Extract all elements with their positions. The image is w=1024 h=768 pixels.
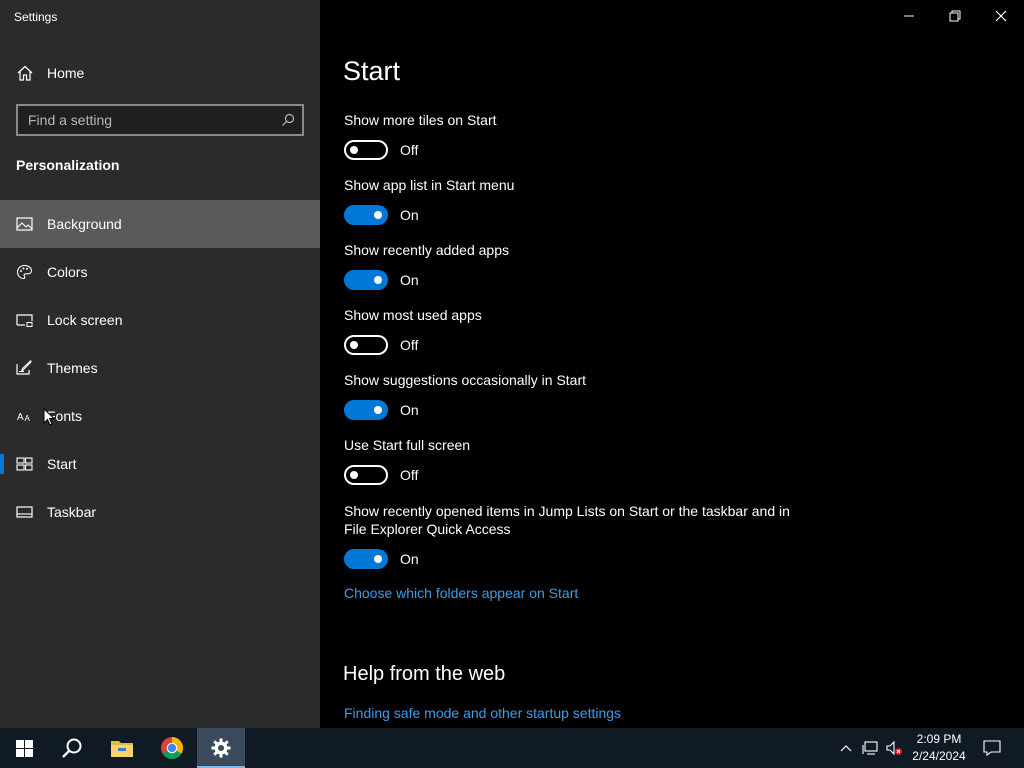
safe-mode-help-link[interactable]: Finding safe mode and other startup sett… [344,705,621,721]
setting-show-app-list: Show app list in Start menu On [344,176,814,227]
search-icon[interactable] [281,113,295,127]
sidebar-item-label: Taskbar [47,504,97,520]
action-center-icon[interactable] [983,740,1001,756]
taskbar: 2:09 PM 2/24/2024 [0,728,1024,768]
toggle-state: On [400,551,419,567]
fonts-icon: A A [17,412,31,423]
sidebar-item-label: Themes [47,360,98,376]
setting-label: Show more tiles on Start [344,112,497,128]
sidebar-item-label: Start [47,456,77,472]
file-explorer-icon [111,741,133,757]
sidebar-item-colors[interactable]: Colors [0,248,320,296]
settings-taskbar-button[interactable] [197,728,245,768]
home-icon [17,65,33,81]
toggle-knob [374,406,382,414]
section-title: Personalization [16,157,120,173]
palette-icon [16,264,33,280]
setting-most-used: Show most used apps Off [344,306,814,357]
setting-label: Show suggestions occasionally in Start [344,372,587,388]
setting-label: Use Start full screen [344,437,471,453]
toggle-switch[interactable] [344,270,388,290]
toggle-state: On [400,207,419,223]
toggle-switch[interactable] [344,549,388,569]
toggle-knob [374,276,382,284]
settings-gear-icon [211,738,231,758]
show-hidden-icons-chevron-icon[interactable] [838,740,854,756]
app-title: Settings [14,10,58,24]
toggle-state: Off [400,337,419,353]
sidebar-nav: Background Colors Lock screen Themes A A… [0,200,320,536]
lock-screen-icon [16,314,33,327]
picture-icon [16,217,33,231]
start-button[interactable] [0,728,48,768]
home-nav-item[interactable]: Home [0,58,320,88]
setting-label: Show recently opened items in Jump Lists… [344,503,790,537]
network-icon[interactable] [862,740,878,756]
help-section-title: Help from the web [343,663,506,685]
setting-recently-added: Show recently added apps On [344,241,814,292]
toggle-state: On [400,272,419,288]
sidebar-item-label: Colors [47,264,88,280]
search-box[interactable] [16,104,304,136]
setting-label: Show recently added apps [344,242,509,258]
home-label: Home [47,65,85,81]
chrome-icon [161,737,183,759]
start-icon [16,457,33,471]
clock-time: 2:09 PM [916,732,962,746]
clock-date: 2/24/2024 [912,749,966,763]
toggle-state: On [400,402,419,418]
sidebar-item-background[interactable]: Background [0,200,320,248]
setting-show-more-tiles: Show more tiles on Start Off [344,111,814,162]
setting-label: Show most used apps [344,307,482,323]
sidebar-item-themes[interactable]: Themes [0,344,320,392]
taskbar-search-button[interactable] [48,728,96,768]
themes-icon [16,360,32,375]
toggle-switch[interactable] [344,140,388,160]
sidebar-item-start[interactable]: Start [0,440,320,488]
toggle-knob [374,555,382,563]
toggle-switch[interactable] [344,400,388,420]
svg-text:A: A [25,414,31,423]
search-input[interactable] [18,106,278,134]
toggle-knob [350,146,358,154]
setting-suggestions: Show suggestions occasionally in Start O… [344,371,814,422]
system-clock[interactable]: 2:09 PM 2/24/2024 [905,731,973,765]
choose-folders-link[interactable]: Choose which folders appear on Start [344,585,578,601]
sidebar-item-label: Background [47,216,122,232]
toggle-switch[interactable] [344,335,388,355]
volume-muted-icon[interactable] [886,740,902,756]
sidebar-item-label: Lock screen [47,312,123,328]
mouse-cursor-icon [43,408,55,426]
file-explorer-button[interactable] [98,728,146,768]
toggle-state: Off [400,467,419,483]
main-content: Start Show more tiles on Start Off Show … [320,0,1024,728]
setting-label: Show app list in Start menu [344,177,515,193]
toggle-switch[interactable] [344,205,388,225]
setting-jump-lists: Show recently opened items in Jump Lists… [344,502,814,571]
windows-start-icon [16,740,33,757]
toggle-knob [350,341,358,349]
toggle-switch[interactable] [344,465,388,485]
search-icon [62,738,82,758]
sidebar-item-taskbar[interactable]: Taskbar [0,488,320,536]
page-title: Start [343,56,401,86]
selected-indicator [0,454,4,474]
taskbar-icon [16,506,33,518]
toggle-state: Off [400,142,419,158]
sidebar: Settings Home Personalization Background [0,0,320,728]
toggle-knob [374,211,382,219]
svg-text:A: A [17,412,24,423]
setting-full-screen: Use Start full screen Off [344,436,814,487]
toggle-knob [350,471,358,479]
sidebar-item-lock-screen[interactable]: Lock screen [0,296,320,344]
chrome-button[interactable] [148,728,196,768]
